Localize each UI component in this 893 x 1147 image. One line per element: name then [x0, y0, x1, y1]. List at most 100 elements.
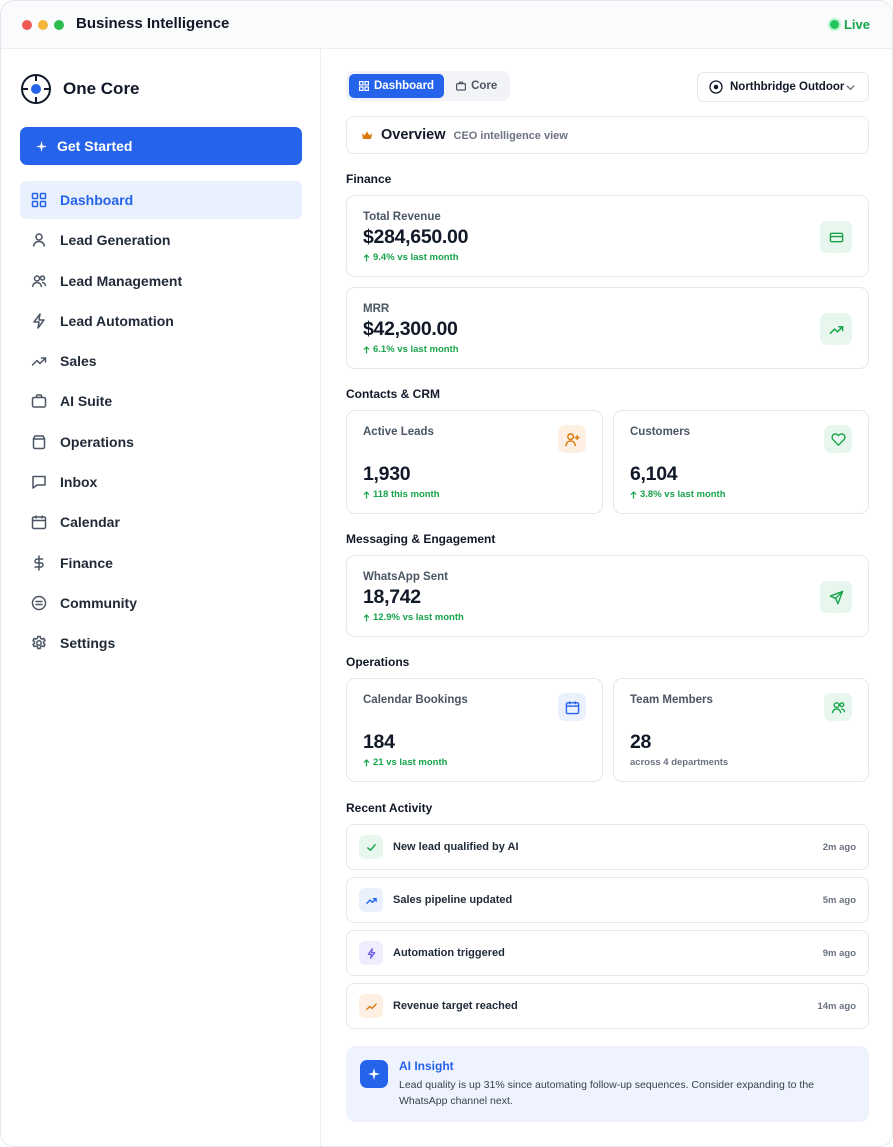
users-icon [31, 273, 47, 289]
activity-text: Revenue target reached [393, 1000, 518, 1012]
get-started-button[interactable]: Get Started [20, 127, 302, 165]
sidebar-item-label: Finance [60, 554, 113, 571]
ai-insight-text: Lead quality is up 31% since automating … [399, 1079, 815, 1107]
activity-text: New lead qualified by AI [393, 841, 519, 853]
metric-delta: 12.9% vs last month [363, 612, 464, 623]
activity-item[interactable]: Revenue target reached 14m ago [346, 983, 869, 1029]
sidebar-item-lead-management[interactable]: Lead Management [20, 262, 302, 300]
metric-card-team-members[interactable]: Team Members 28 across 4 departments [613, 678, 869, 782]
crown-icon [362, 131, 372, 139]
ai-insight-title: AI Insight [399, 1059, 454, 1073]
sidebar-item-ai-suite[interactable]: AI Suite [20, 382, 302, 420]
message-icon [31, 474, 47, 490]
organization-select[interactable]: Northbridge Outdoor [697, 72, 869, 102]
arrow-up-icon [363, 490, 370, 498]
metric-delta: 118 this month [363, 489, 440, 500]
check-icon [359, 835, 383, 859]
tab-core[interactable]: Core [446, 74, 507, 98]
close-window-button[interactable] [22, 20, 32, 30]
activity-item[interactable]: Automation triggered 9m ago [346, 930, 869, 976]
tab-label: Core [471, 80, 498, 92]
metric-delta: 21 vs last month [363, 757, 447, 768]
live-status-badge: Live [829, 17, 870, 32]
metric-delta: 3.8% vs last month [630, 489, 726, 500]
metric-label: Calendar Bookings [363, 694, 468, 706]
sidebar-item-label: Dashboard [60, 192, 134, 208]
metric-value: 1,930 [363, 463, 411, 485]
metric-card-customers[interactable]: Customers 6,104 3.8% vs last month [613, 410, 869, 514]
metric-card-calendar-bookings[interactable]: Calendar Bookings 184 21 vs last month [346, 678, 603, 782]
section-title-crm: Contacts & CRM [346, 387, 441, 401]
sidebar-item-community[interactable]: Community [20, 584, 302, 622]
metric-value: 184 [363, 731, 395, 753]
metric-label: Active Leads [363, 426, 434, 438]
arrow-up-icon [363, 345, 370, 353]
brand[interactable]: One Core [20, 73, 140, 105]
section-title-operations: Operations [346, 655, 410, 669]
chart-icon [359, 994, 383, 1018]
sidebar-item-lead-generation[interactable]: Lead Generation [20, 221, 302, 259]
metric-delta-text: 3.8% vs last month [640, 489, 726, 500]
activity-text: Automation triggered [393, 947, 505, 959]
get-started-label: Get Started [57, 138, 133, 154]
metric-label: Team Members [630, 694, 713, 706]
arrow-up-icon [363, 758, 370, 766]
sidebar-item-finance[interactable]: Finance [20, 544, 302, 582]
arrow-up-icon [363, 253, 370, 261]
metric-note: across 4 departments [630, 757, 729, 768]
metric-card-active-leads[interactable]: Active Leads 1,930 118 this month [346, 410, 603, 514]
sidebar-item-label: Settings [60, 635, 116, 652]
sidebar-item-settings[interactable]: Settings [20, 624, 302, 662]
section-title-finance: Finance [346, 172, 392, 186]
metric-card-mrr[interactable]: MRR $42,300.00 6.1% vs last month [346, 287, 869, 369]
sidebar-item-label: Lead Management [60, 272, 183, 289]
maximize-window-button[interactable] [54, 20, 64, 30]
send-icon [820, 581, 852, 613]
sidebar-nav: Dashboard Lead Generation Lead Managemen… [20, 181, 302, 665]
heart-icon [824, 425, 852, 453]
metric-delta: 9.4% vs last month [363, 252, 459, 263]
user-icon [31, 232, 47, 248]
sidebar-item-calendar[interactable]: Calendar [20, 503, 302, 541]
compass-icon [709, 80, 723, 94]
trending-up-icon [820, 313, 852, 345]
organization-name: Northbridge Outdoor [730, 81, 845, 93]
brand-name: One Core [63, 79, 140, 98]
trending-up-icon [359, 888, 383, 912]
metric-card-total-revenue[interactable]: Total Revenue $284,650.00 9.4% vs last m… [346, 195, 869, 277]
metric-value: 18,742 [363, 586, 421, 608]
app-window: Business Intelligence Live One Core Get … [0, 0, 893, 1147]
grid-icon [31, 192, 47, 208]
sidebar-item-inbox[interactable]: Inbox [20, 463, 302, 501]
section-title-activity: Recent Activity [346, 801, 433, 815]
tab-dashboard[interactable]: Dashboard [349, 74, 445, 98]
activity-item[interactable]: Sales pipeline updated 5m ago [346, 877, 869, 923]
live-dot-icon [829, 20, 839, 29]
metric-label: Customers [630, 426, 691, 438]
metric-label: MRR [363, 303, 390, 315]
sparkle-icon [360, 1060, 388, 1088]
sidebar-item-lead-automation[interactable]: Lead Automation [20, 302, 302, 340]
metric-value: $42,300.00 [363, 318, 458, 340]
tab-label: Dashboard [374, 80, 435, 92]
overview-subtitle: CEO intelligence view [453, 129, 568, 142]
users-icon [824, 693, 852, 721]
calendar-icon [31, 514, 47, 530]
chevron-down-icon [846, 85, 855, 91]
live-status-label: Live [843, 17, 870, 32]
user-plus-icon [558, 425, 586, 453]
sidebar-item-label: Inbox [60, 474, 98, 491]
sidebar: One Core Get Started Dashboard Lead Gene… [1, 49, 321, 1146]
metric-delta-text: 21 vs last month [373, 757, 448, 768]
sidebar-item-dashboard[interactable]: Dashboard [20, 181, 302, 219]
ai-insight-card: AI Insight Lead quality is up 31% since … [346, 1046, 869, 1122]
metric-card-whatsapp-sent[interactable]: WhatsApp Sent 18,742 12.9% vs last month [346, 555, 869, 637]
overview-title: Overview [381, 127, 446, 143]
sidebar-item-label: Community [60, 594, 137, 611]
metric-value: $284,650.00 [363, 226, 469, 248]
minimize-window-button[interactable] [38, 20, 48, 30]
arrow-up-icon [363, 613, 370, 621]
sidebar-item-sales[interactable]: Sales [20, 342, 302, 380]
sidebar-item-operations[interactable]: Operations [20, 423, 302, 461]
activity-item[interactable]: New lead qualified by AI 2m ago [346, 824, 869, 870]
